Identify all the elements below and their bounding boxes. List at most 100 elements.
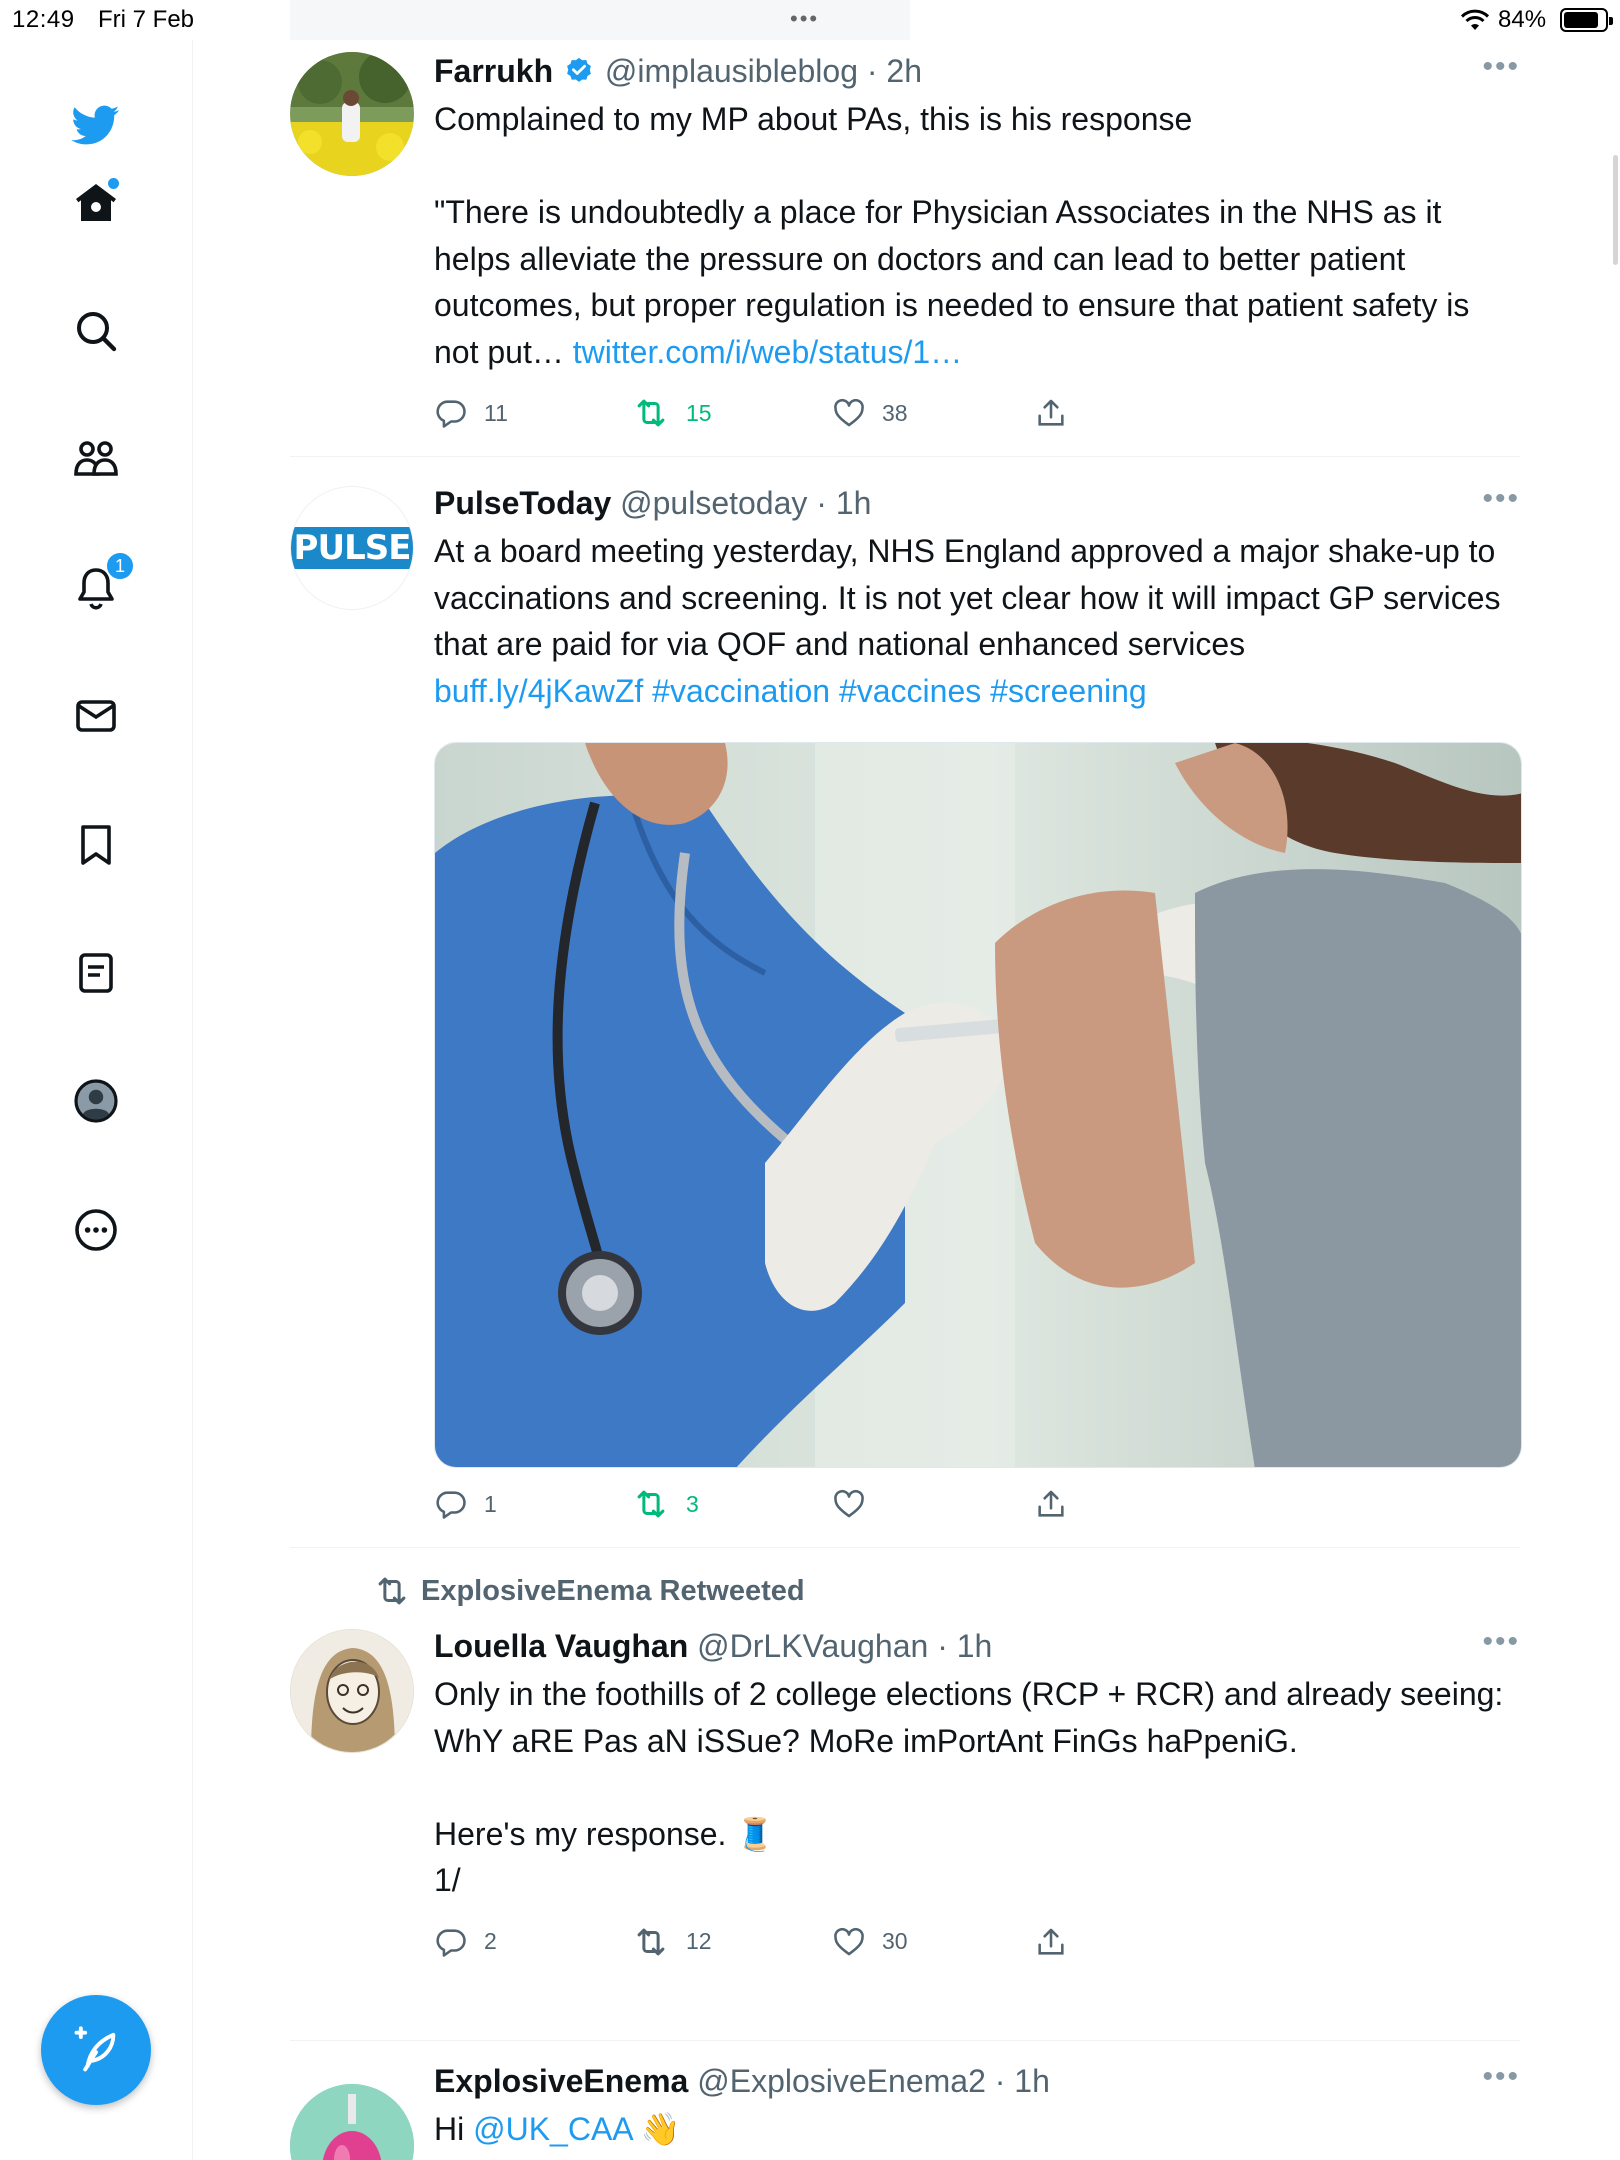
avatar[interactable]	[290, 52, 414, 176]
tweet-more-options-icon[interactable]: •••	[1482, 50, 1520, 84]
tweet-time[interactable]: · 1h	[937, 1628, 992, 1664]
author-handle[interactable]: @ExplosiveEnema2	[697, 2063, 986, 2099]
messages-nav-item[interactable]	[61, 681, 131, 751]
new-content-dot	[108, 178, 119, 189]
home-timeline[interactable]: Farrukh @implausibleblog · 2h ••• Compla…	[193, 40, 1620, 2160]
more-nav-item[interactable]	[61, 1195, 131, 1265]
reply-count: 11	[484, 399, 508, 426]
tweet-farrukh[interactable]: Farrukh @implausibleblog · 2h ••• Compla…	[290, 50, 1520, 450]
author-handle[interactable]: @DrLKVaughan	[697, 1628, 928, 1664]
avatar[interactable]	[290, 1629, 414, 1753]
tweet-pulsetoday[interactable]: PULSE PulseToday @pulsetoday · 1h ••• At…	[290, 482, 1522, 1567]
retweet-count: 15	[686, 399, 712, 426]
share-button[interactable]	[1034, 1482, 1068, 1526]
retweet-button[interactable]: 15	[632, 391, 712, 435]
battery-icon	[1560, 8, 1613, 32]
share-icon	[1038, 1928, 1064, 1955]
profile-icon	[74, 1079, 118, 1123]
tweet-header: PulseToday @pulsetoday · 1h	[434, 482, 1520, 524]
tweet-text: Complained to my MP about PAs, this is h…	[434, 96, 1520, 375]
bookmarks-icon	[81, 825, 111, 865]
retweeted-by-label: ExplosiveEnema Retweeted	[421, 1575, 805, 1607]
home-nav-item[interactable]	[61, 168, 131, 238]
waving-hand-emoji: 👋	[640, 2111, 681, 2147]
communities-nav-item[interactable]	[61, 425, 131, 495]
hashtag-vaccination[interactable]: #vaccination	[652, 673, 830, 709]
tweet-text: At a board meeting yesterday, NHS Englan…	[434, 528, 1520, 714]
status-bar: 12:49 Fri 7 Feb ••• 84%	[0, 0, 1620, 40]
hashtag-vaccines[interactable]: #vaccines	[839, 673, 981, 709]
share-button[interactable]	[1034, 1920, 1068, 1964]
tweet-header: Farrukh @implausibleblog · 2h	[434, 50, 1520, 92]
tweet-more-options-icon[interactable]: •••	[1482, 2060, 1520, 2094]
share-icon	[1038, 1490, 1064, 1517]
tweet-time[interactable]: · 1h	[995, 2063, 1050, 2099]
reply-count: 2	[484, 1928, 497, 1954]
tweet-more-options-icon[interactable]: •••	[1482, 482, 1520, 516]
tweet-actions: 1 3	[434, 1482, 1520, 1526]
author-name[interactable]: Farrukh	[434, 53, 553, 89]
bookmarks-nav-item[interactable]	[61, 810, 131, 880]
tweet-text: Only in the foothills of 2 college elect…	[434, 1676, 1504, 1898]
like-count: 30	[882, 1928, 908, 1954]
like-heart-icon	[834, 1927, 864, 1955]
retweet-button[interactable]: 12	[632, 1920, 712, 1964]
avatar[interactable]: PULSE	[290, 486, 414, 610]
retweet-icon	[637, 1490, 665, 1518]
status-date: Fri 7 Feb	[98, 6, 195, 33]
multitasking-dots-icon[interactable]: •••	[790, 6, 819, 32]
avatar[interactable]	[290, 2084, 414, 2160]
mention-link[interactable]: @UK_CAA	[473, 2111, 632, 2147]
tweet-time[interactable]: · 1h	[816, 485, 871, 521]
retweet-count: 12	[686, 1928, 712, 1954]
author-name[interactable]: Louella Vaughan	[434, 1628, 688, 1664]
tweet-header: Louella Vaughan @DrLKVaughan · 1h	[434, 1625, 1520, 1667]
notification-count-badge: 1	[105, 551, 135, 581]
reply-button[interactable]: 1	[434, 1482, 497, 1526]
author-name[interactable]: PulseToday	[434, 485, 611, 521]
reply-icon	[436, 1491, 466, 1519]
retweet-button[interactable]: 3	[632, 1482, 699, 1526]
retweet-context-icon	[378, 1577, 406, 1605]
tweet-louella-vaughan[interactable]: Louella Vaughan @DrLKVaughan · 1h ••• On…	[290, 1625, 1520, 2055]
reply-button[interactable]: 11	[434, 391, 508, 435]
retweet-context[interactable]: ExplosiveEnema Retweeted	[373, 1572, 805, 1610]
like-button[interactable]	[832, 1482, 882, 1526]
share-button[interactable]	[1034, 391, 1068, 435]
compose-tweet-button[interactable]	[41, 1995, 151, 2105]
author-handle[interactable]: @pulsetoday	[620, 485, 807, 521]
pulse-logo: PULSE	[291, 527, 413, 569]
like-count: 38	[882, 399, 908, 426]
tweet-divider	[290, 1547, 1520, 1548]
tweet-time[interactable]: · 2h	[867, 53, 922, 89]
tweet-link[interactable]: buff.ly/4jKawZf	[434, 673, 643, 709]
tweet-link[interactable]: twitter.com/i/web/status/1…	[573, 334, 962, 370]
verified-badge-icon	[567, 57, 591, 82]
reply-count: 1	[484, 1490, 497, 1517]
vaccination-photo	[435, 743, 1521, 1467]
author-name[interactable]: ExplosiveEnema	[434, 2063, 688, 2099]
reply-icon	[436, 400, 466, 428]
scroll-indicator[interactable]	[1613, 155, 1618, 265]
battery-nub	[1609, 17, 1613, 25]
reply-button[interactable]: 2	[434, 1920, 497, 1964]
tweet-more-options-icon[interactable]: •••	[1482, 1625, 1520, 1659]
like-button[interactable]: 38	[832, 391, 908, 435]
author-handle[interactable]: @implausibleblog	[605, 53, 858, 89]
notifications-nav-item[interactable]: 1	[61, 551, 135, 623]
tweet-text-body: At a board meeting yesterday, NHS Englan…	[434, 533, 1501, 662]
like-button[interactable]: 30	[832, 1920, 908, 1964]
lists-nav-item[interactable]	[61, 938, 131, 1008]
search-nav-item[interactable]	[61, 296, 131, 366]
profile-nav-item[interactable]	[61, 1066, 131, 1136]
tweet-header: ExplosiveEnema @ExplosiveEnema2 · 1h	[434, 2060, 1520, 2102]
tweet-explosiveenema[interactable]: ExplosiveEnema @ExplosiveEnema2 · 1h •••…	[290, 2060, 1520, 2160]
tweet-divider	[290, 456, 1520, 457]
tweet-text-body: Complained to my MP about PAs, this is h…	[434, 101, 1470, 370]
tweet-media-image[interactable]	[434, 742, 1522, 1468]
twitter-logo-icon[interactable]	[61, 90, 131, 160]
hashtag-screening[interactable]: #screening	[990, 673, 1147, 709]
search-icon	[77, 312, 117, 352]
messages-icon	[76, 700, 116, 732]
status-time: 12:49	[12, 6, 75, 33]
